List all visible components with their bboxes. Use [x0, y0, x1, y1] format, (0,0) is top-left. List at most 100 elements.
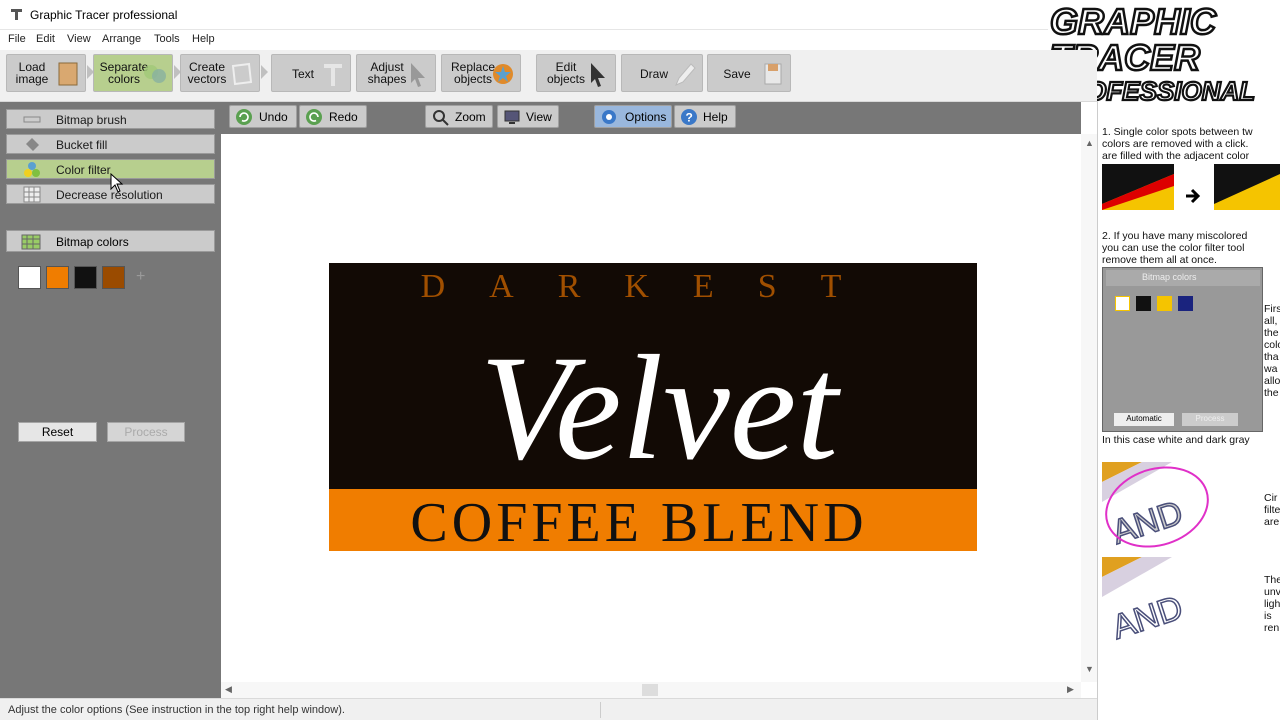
- color-filter-icon: [24, 162, 40, 177]
- horizontal-scrollbar[interactable]: ◀ ▶: [221, 682, 1081, 698]
- help-line: is: [1264, 610, 1272, 622]
- replace-objects-icon: [493, 64, 513, 84]
- step-arrow: [261, 65, 268, 79]
- canvas-area[interactable]: Undo Redo Zoom View Options ? Help DARKE…: [221, 102, 1097, 698]
- palette-grid-icon: [21, 234, 41, 250]
- save-button[interactable]: Save: [707, 54, 791, 92]
- create-vectors-icon: [231, 62, 253, 86]
- draw-button[interactable]: Draw: [621, 54, 703, 92]
- bitmap-colors-header: Bitmap colors: [6, 230, 215, 252]
- scroll-down-arrow[interactable]: ▼: [1085, 664, 1094, 674]
- help-line: 2. If you have many miscolored: [1102, 230, 1248, 242]
- sample-word-1: AND: [1107, 494, 1187, 552]
- separate-colors-button[interactable]: Separate colors: [93, 54, 173, 92]
- help-line: all,: [1264, 315, 1278, 327]
- color-swatch-orange[interactable]: [46, 266, 69, 289]
- create-vectors-label: Create vectors: [187, 60, 227, 86]
- and-sample-illustration: AND AND: [1102, 462, 1209, 642]
- add-color-button[interactable]: +: [136, 268, 145, 286]
- color-swatch-black[interactable]: [74, 266, 97, 289]
- scroll-right-arrow[interactable]: ▶: [1067, 684, 1074, 695]
- help-line: colors are removed with a click.: [1102, 138, 1249, 150]
- options-label: Options: [625, 110, 667, 124]
- options-button[interactable]: Options: [594, 105, 672, 128]
- logo-bottom-text: COFFEE BLEND: [410, 492, 867, 551]
- help-caption: In this case white and dark gray: [1102, 434, 1250, 446]
- scrollbar-thumb[interactable]: [642, 684, 658, 696]
- svg-text:?: ?: [686, 111, 693, 125]
- menu-arrange[interactable]: Arrange: [102, 33, 141, 45]
- help-side-text-1: Firs all, the colo tha wa allo the: [1264, 303, 1280, 399]
- help-line: are: [1264, 516, 1280, 528]
- text-tool-icon: [324, 64, 342, 86]
- help-line: tha: [1264, 351, 1279, 363]
- help-line: filte: [1264, 504, 1280, 516]
- mini-swatch: [1115, 296, 1130, 311]
- menu-file[interactable]: File: [8, 33, 26, 45]
- pencil-icon: [675, 63, 696, 86]
- menu-edit[interactable]: Edit: [36, 33, 55, 45]
- mini-swatch: [1157, 296, 1172, 311]
- menu-tools[interactable]: Tools: [154, 33, 180, 45]
- gear-icon: [602, 110, 616, 124]
- undo-button[interactable]: Undo: [229, 105, 297, 128]
- view-label: View: [526, 110, 552, 124]
- view-button[interactable]: View: [497, 105, 559, 128]
- help-step1: 1. Single color spots between tw colors …: [1102, 126, 1253, 162]
- color-swatch-white[interactable]: [18, 266, 41, 289]
- bitmap-colors-label: Bitmap colors: [56, 235, 129, 249]
- help-label: Help: [703, 110, 728, 124]
- app-icon: [11, 9, 22, 20]
- help-line: the: [1264, 327, 1279, 339]
- status-text: Adjust the color options (See instructio…: [8, 704, 345, 716]
- color-swatch-brown[interactable]: [102, 266, 125, 289]
- load-image-icon: [58, 62, 78, 86]
- undo-label: Undo: [259, 110, 288, 124]
- logo-top-text: DARKEST: [421, 268, 886, 305]
- main-toolbar: Load image Separate colors Create vector…: [0, 50, 1097, 102]
- traced-logo-image[interactable]: DARKEST Velvet COFFEE BLEND: [329, 263, 977, 551]
- adjust-shapes-button[interactable]: Adjust shapes: [356, 54, 436, 92]
- help-icon: ?: [681, 109, 697, 125]
- help-button[interactable]: ? Help: [674, 105, 736, 128]
- load-image-button[interactable]: Load image: [6, 54, 86, 92]
- reset-button[interactable]: Reset: [18, 422, 97, 442]
- status-bar: Adjust the color options (See instructio…: [0, 698, 1097, 720]
- text-button[interactable]: Text: [271, 54, 351, 92]
- help-step2: 2. If you have many miscolored you can u…: [1102, 230, 1247, 266]
- mini-swatch: [1178, 296, 1193, 311]
- zoom-button[interactable]: Zoom: [425, 105, 493, 128]
- brand-line1: GRAPHIC: [1050, 1, 1217, 42]
- help-line: wa: [1264, 363, 1278, 375]
- scroll-up-arrow[interactable]: ▲: [1085, 138, 1094, 148]
- scroll-left-arrow[interactable]: ◀: [225, 684, 232, 695]
- menu-help[interactable]: Help: [192, 33, 215, 45]
- edit-objects-button[interactable]: Edit objects: [536, 54, 616, 92]
- process-button[interactable]: Process: [107, 422, 185, 442]
- create-vectors-button[interactable]: Create vectors: [180, 54, 260, 92]
- mini-bitmap-colors-panel: Bitmap colors Automatic Process: [1102, 267, 1263, 432]
- tool-label: Bitmap brush: [56, 113, 127, 127]
- help-line: remove them all at once.: [1102, 254, 1217, 266]
- help-line: allo: [1264, 375, 1280, 387]
- tool-bucket-fill[interactable]: Bucket fill: [6, 134, 215, 154]
- help-line: are filled with the adjacent color: [1102, 150, 1250, 162]
- bucket-icon: [26, 138, 39, 151]
- help-line: Cir: [1264, 492, 1278, 504]
- help-line: colo: [1264, 339, 1280, 351]
- redo-icon: [306, 109, 322, 125]
- tool-bitmap-brush[interactable]: Bitmap brush: [6, 109, 215, 129]
- replace-objects-button[interactable]: Replace objects: [441, 54, 521, 92]
- menu-bar: File Edit View Arrange Tools Help: [0, 30, 1048, 50]
- help-panel: 1. Single color spots between tw colors …: [1097, 102, 1280, 720]
- window-title: Graphic Tracer professional: [30, 8, 178, 22]
- redo-button[interactable]: Redo: [299, 105, 367, 128]
- grid-icon: [23, 186, 41, 203]
- monitor-icon: [504, 110, 520, 124]
- help-line: you can use the color filter tool: [1102, 242, 1245, 254]
- vertical-scrollbar[interactable]: ▲ ▼: [1081, 134, 1097, 682]
- help-line: ren: [1264, 622, 1280, 634]
- menu-view[interactable]: View: [67, 33, 91, 45]
- mouse-cursor-icon: [110, 173, 124, 193]
- brush-icon: [23, 116, 41, 123]
